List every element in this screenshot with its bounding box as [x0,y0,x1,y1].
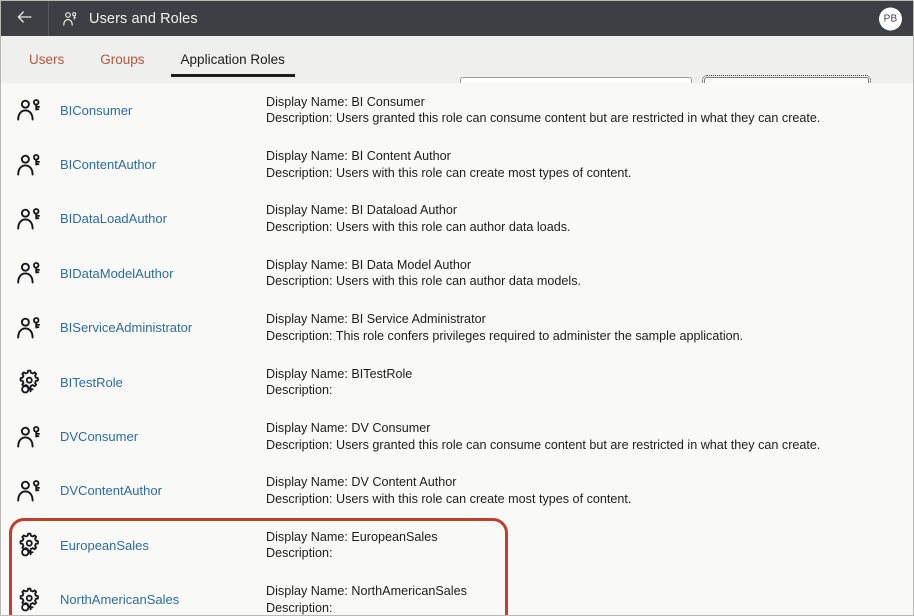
role-row[interactable]: BIDataLoadAuthor Display Name: BI Datalo… [1,192,913,246]
role-description: Description: Users with this role can au… [266,219,571,236]
role-name-link[interactable]: BIContentAuthor [60,157,230,172]
tab-groups[interactable]: Groups [90,36,154,83]
role-row[interactable]: BIServiceAdministrator Display Name: BI … [1,301,913,355]
user-key-icon [15,423,43,451]
role-name-link[interactable]: BIDataModelAuthor [60,266,230,281]
role-description: Description: Users granted this role can… [266,110,820,127]
user-key-icon [15,151,43,179]
role-description: Description: [266,600,467,615]
role-name-link[interactable]: NorthAmericanSales [60,592,230,607]
role-display-name: Display Name: BI Service Administrator [266,311,743,328]
role-description: Description: [266,545,438,562]
users-and-roles-window: Users and Roles PB Users Groups Applicat… [0,0,914,616]
tab-groups-label: Groups [100,52,144,67]
role-row[interactable]: DVContentAuthor Display Name: DV Content… [1,464,913,518]
role-display-name: Display Name: BI Dataload Author [266,202,571,219]
role-display-name: Display Name: EuropeanSales [266,529,438,546]
page-title: Users and Roles [89,11,198,27]
role-description: Description: [266,382,412,399]
title-bar: Users and Roles PB [1,1,913,36]
tab-users-label: Users [29,52,64,67]
role-display-name: Display Name: DV Consumer [266,420,820,437]
role-description: Description: Users with this role can cr… [266,491,631,508]
role-name-link[interactable]: BIDataLoadAuthor [60,211,230,226]
role-row[interactable]: BITestRole Display Name: BITestRole Desc… [1,355,913,409]
role-detail: Display Name: BI Service Administrator D… [266,311,743,344]
role-detail: Display Name: DV Consumer Description: U… [266,420,820,453]
role-description: Description: Users with this role can au… [266,273,581,290]
role-name-link[interactable]: DVConsumer [60,429,230,444]
role-description: Description: This role confers privilege… [266,328,743,345]
role-description: Description: Users granted this role can… [266,437,820,454]
role-name-link[interactable]: BIConsumer [60,103,230,118]
role-detail: Display Name: BI Data Model Author Descr… [266,257,581,290]
tab-application-roles-label: Application Roles [181,52,285,67]
role-name-link[interactable]: EuropeanSales [60,538,230,553]
avatar-initials: PB [884,13,898,24]
user-key-icon [15,477,43,505]
role-row[interactable]: BIContentAuthor Display Name: BI Content… [1,137,913,191]
role-display-name: Display Name: NorthAmericanSales [266,583,467,600]
role-detail: Display Name: NorthAmericanSales Descrip… [266,583,467,615]
role-name-link[interactable]: DVContentAuthor [60,483,230,498]
tab-application-roles[interactable]: Application Roles [171,36,295,83]
role-row[interactable]: NorthAmericanSales Display Name: NorthAm… [1,573,913,615]
back-arrow-icon [17,11,32,26]
tab-bar: Users Groups Application Roles [1,36,295,83]
gear-user-icon [15,586,43,614]
user-key-icon [15,259,43,287]
role-row[interactable]: DVConsumer Display Name: DV Consumer Des… [1,409,913,463]
role-display-name: Display Name: BITestRole [266,366,412,383]
role-detail: Display Name: BI Dataload Author Descrip… [266,202,571,235]
role-row[interactable]: EuropeanSales Display Name: EuropeanSale… [1,518,913,572]
avatar[interactable]: PB [879,7,902,30]
role-display-name: Display Name: BI Content Author [266,148,631,165]
role-detail: Display Name: BITestRole Description: [266,366,412,399]
application-roles-list: BIConsumer Display Name: BI Consumer Des… [1,83,913,615]
role-display-name: Display Name: BI Consumer [266,94,820,111]
users-roles-icon [62,11,78,27]
toolbar: Users Groups Application Roles Create Ap… [1,36,913,83]
user-key-icon [15,96,43,124]
role-name-link[interactable]: BITestRole [60,375,230,390]
user-key-icon [15,314,43,342]
user-key-icon [15,205,43,233]
role-display-name: Display Name: BI Data Model Author [266,257,581,274]
role-row[interactable]: BIConsumer Display Name: BI Consumer Des… [1,83,913,137]
role-detail: Display Name: DV Content Author Descript… [266,474,631,507]
role-display-name: Display Name: DV Content Author [266,474,631,491]
role-row[interactable]: BIDataModelAuthor Display Name: BI Data … [1,246,913,300]
role-description: Description: Users with this role can cr… [266,165,631,182]
role-name-link[interactable]: BIServiceAdministrator [60,320,230,335]
tab-users[interactable]: Users [19,36,74,83]
gear-user-icon [15,368,43,396]
role-detail: Display Name: EuropeanSales Description: [266,529,438,562]
role-detail: Display Name: BI Consumer Description: U… [266,94,820,127]
gear-user-icon [15,531,43,559]
role-detail: Display Name: BI Content Author Descript… [266,148,631,181]
back-button[interactable] [1,1,49,36]
